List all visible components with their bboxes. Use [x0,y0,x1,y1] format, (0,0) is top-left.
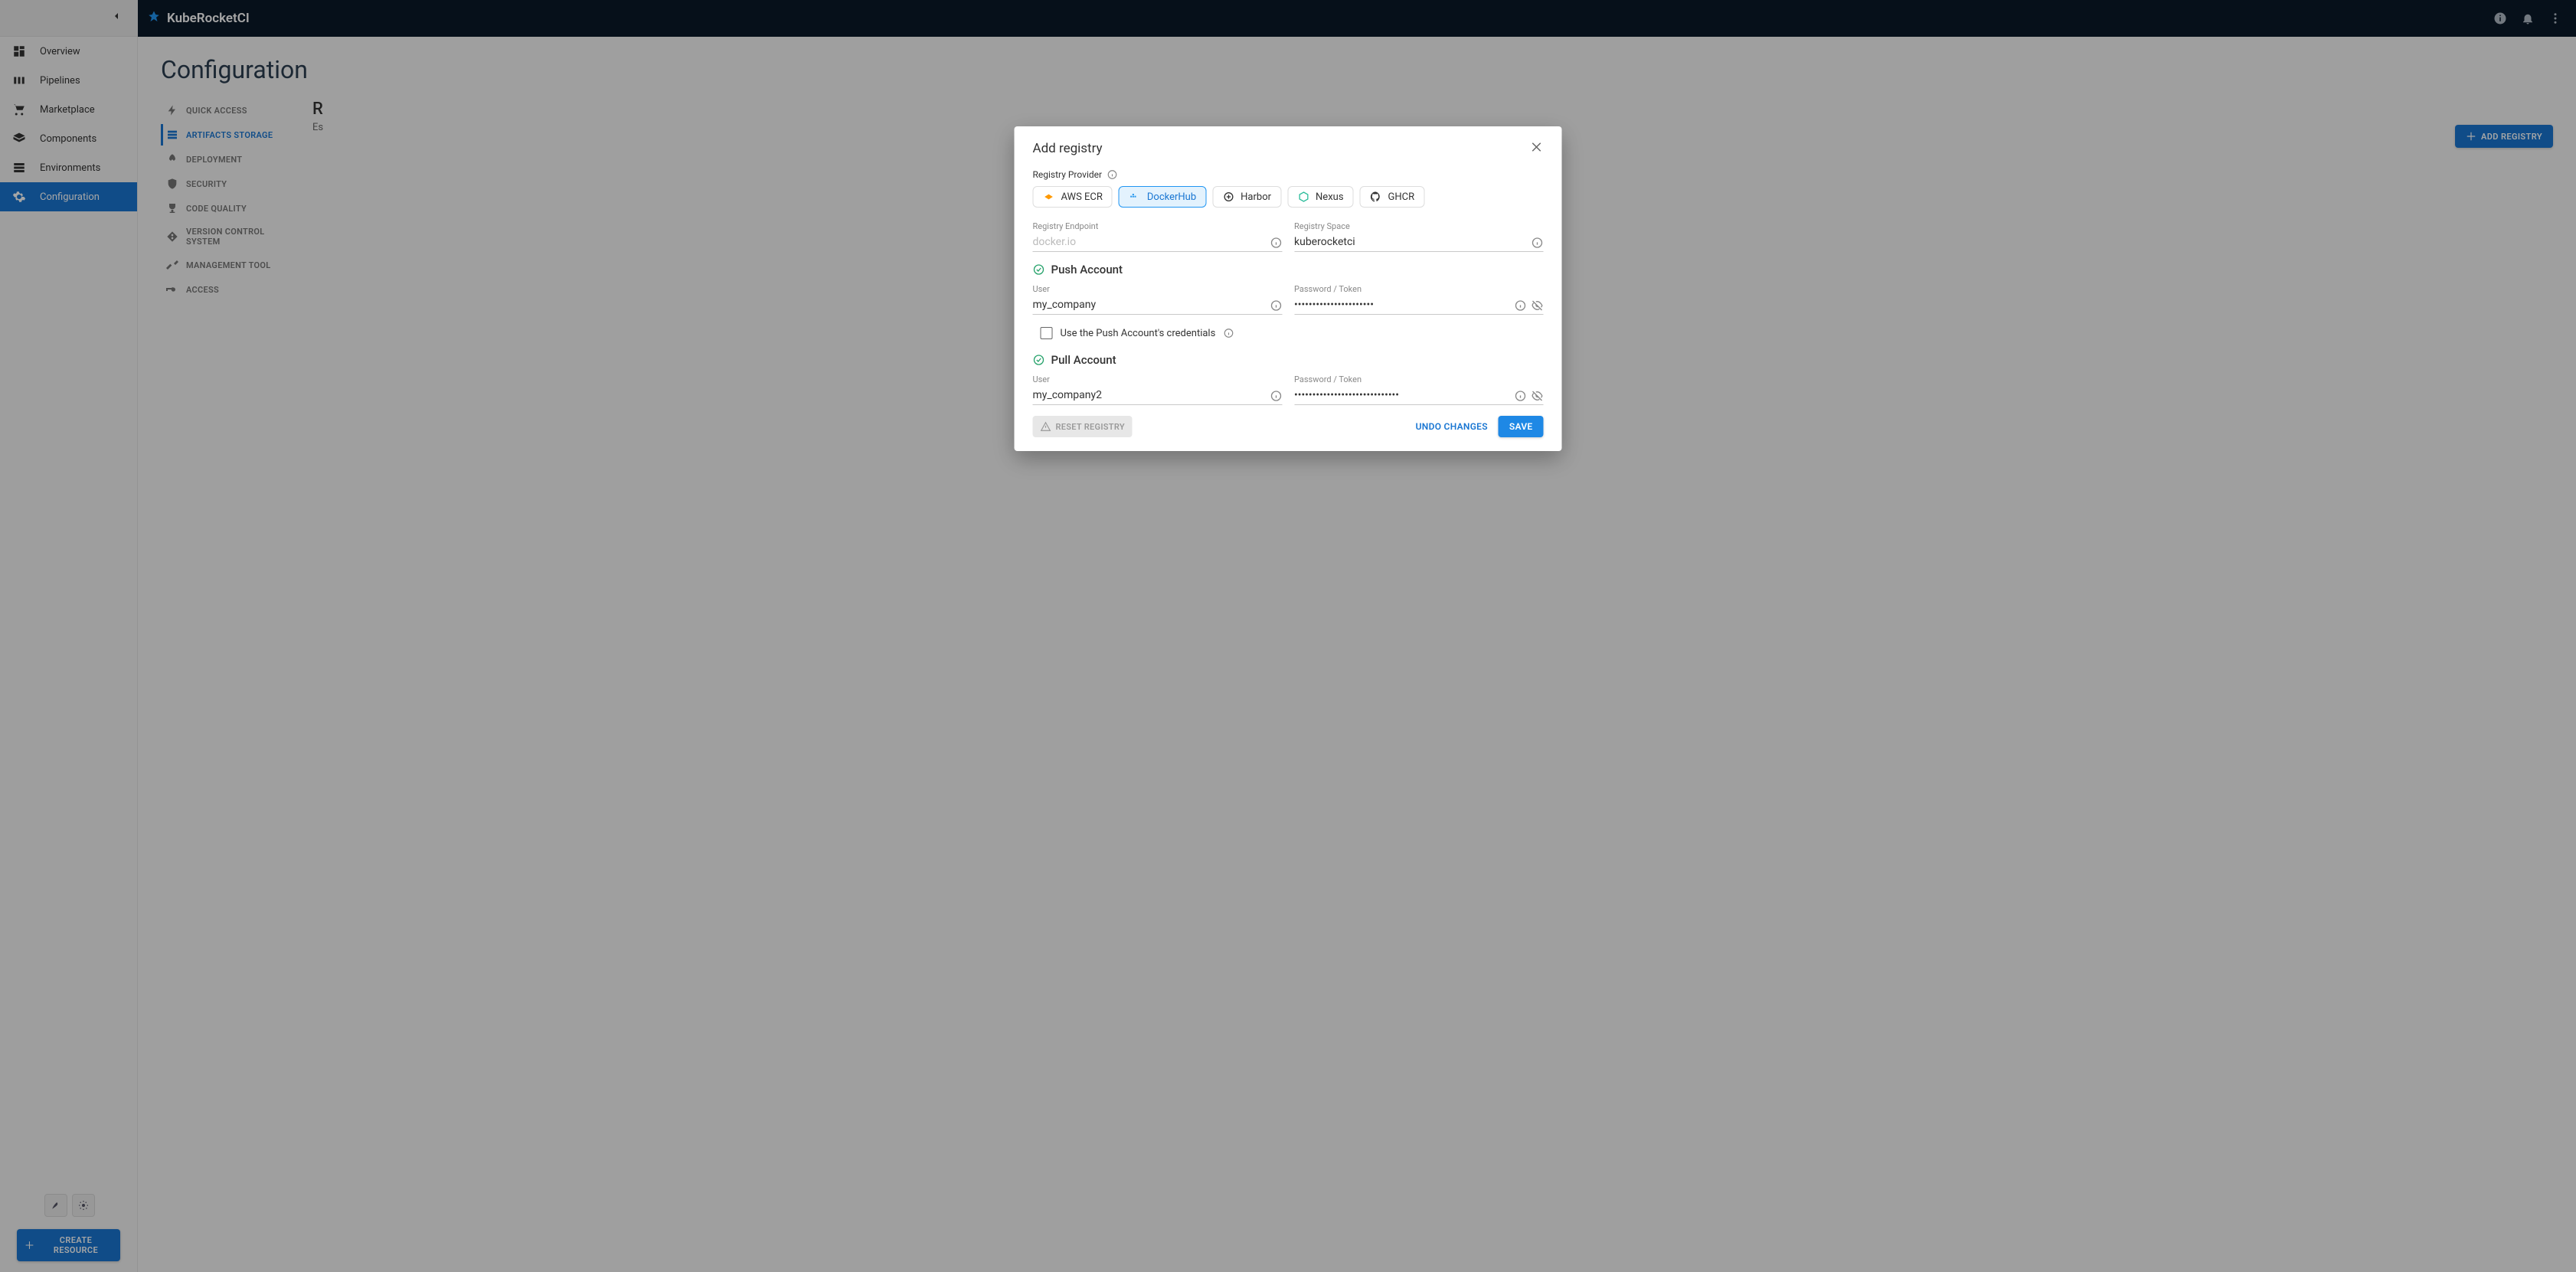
pull-section-label: Pull Account [1051,353,1116,367]
add-registry-dialog: Add registry Registry Provider AWS ECR D… [1015,126,1562,451]
provider-label-text: Registry Provider [1033,169,1103,180]
registry-endpoint-field: Registry Endpoint [1033,221,1283,252]
use-push-credentials-row: Use the Push Account's credentials [1033,327,1544,339]
check-circle-icon [1033,263,1045,276]
provider-dockerhub[interactable]: DockerHub [1119,186,1206,208]
use-push-credentials-label: Use the Push Account's credentials [1061,328,1216,339]
push-section-heading: Push Account [1033,263,1544,276]
harbor-icon [1222,191,1234,203]
nexus-icon [1297,191,1309,203]
field-info-icon[interactable] [1515,299,1527,312]
provider-aws-ecr[interactable]: AWS ECR [1033,186,1113,208]
push-user-input[interactable] [1033,296,1283,315]
provider-ghcr[interactable]: GHCR [1360,186,1425,208]
chip-label: Harbor [1241,191,1271,203]
registry-endpoint-input[interactable] [1033,233,1283,252]
pull-password-input[interactable] [1294,386,1544,405]
provider-nexus[interactable]: Nexus [1287,186,1354,208]
check-circle-icon [1033,354,1045,366]
dialog-close-button[interactable] [1530,140,1544,157]
field-label: User [1033,284,1283,294]
provider-chips: AWS ECR DockerHub Harbor Nexus GHCR [1033,186,1544,208]
push-password-field: Password / Token [1294,284,1544,315]
field-label: Password / Token [1294,374,1544,384]
registry-space-input[interactable] [1294,233,1544,252]
warning-icon [1041,421,1051,432]
provider-info-icon[interactable] [1107,169,1117,180]
use-push-info-icon[interactable] [1223,328,1234,338]
chip-label: Nexus [1316,191,1344,203]
close-icon [1530,140,1544,154]
field-label: Registry Endpoint [1033,221,1283,231]
field-info-icon[interactable] [1270,390,1282,402]
dialog-actions: RESET REGISTRY UNDO CHANGES SAVE [1033,416,1544,437]
field-info-icon[interactable] [1515,390,1527,402]
visibility-off-icon[interactable] [1532,299,1544,312]
field-info-icon[interactable] [1270,299,1282,312]
chip-label: GHCR [1388,191,1415,203]
provider-label-row: Registry Provider [1033,169,1544,180]
push-password-input[interactable] [1294,296,1544,315]
registry-space-field: Registry Space [1294,221,1544,252]
undo-changes-button[interactable]: UNDO CHANGES [1416,421,1488,432]
pull-user-field: User [1033,374,1283,405]
reset-registry-label: RESET REGISTRY [1056,422,1125,432]
field-info-icon[interactable] [1532,237,1544,249]
pull-section-heading: Pull Account [1033,353,1544,367]
pull-password-field: Password / Token [1294,374,1544,405]
pull-user-input[interactable] [1033,386,1283,405]
docker-icon [1129,191,1141,203]
push-section-label: Push Account [1051,263,1123,276]
field-label: User [1033,374,1283,384]
save-button[interactable]: SAVE [1499,416,1544,437]
chip-label: DockerHub [1147,191,1196,203]
field-label: Registry Space [1294,221,1544,231]
use-push-credentials-checkbox[interactable] [1041,327,1053,339]
field-info-icon[interactable] [1270,237,1282,249]
chip-label: AWS ECR [1061,191,1103,203]
push-user-field: User [1033,284,1283,315]
field-label: Password / Token [1294,284,1544,294]
provider-harbor[interactable]: Harbor [1212,186,1281,208]
aws-icon [1043,191,1055,203]
github-icon [1370,191,1382,203]
dialog-title: Add registry [1033,141,1103,156]
reset-registry-button[interactable]: RESET REGISTRY [1033,416,1133,437]
visibility-off-icon[interactable] [1532,390,1544,402]
